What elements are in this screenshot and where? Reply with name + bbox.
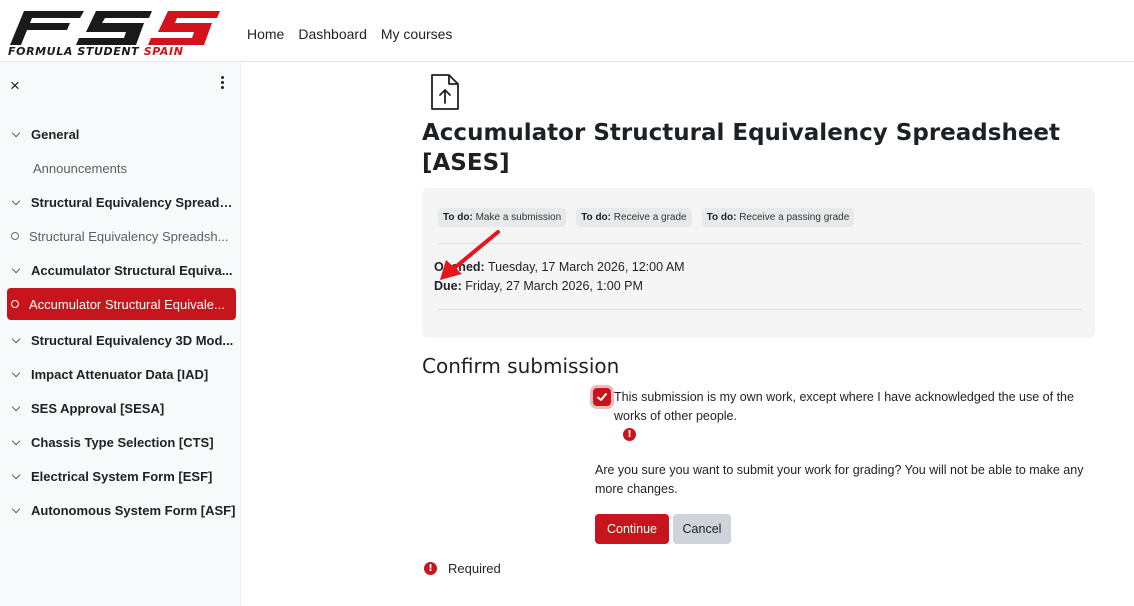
sidebar-item-label: Autonomous System Form [ASF] xyxy=(31,502,236,518)
sidebar-section[interactable]: ⌵ Electrical System Form [ESF] xyxy=(7,462,236,490)
sidebar-section[interactable]: ⌵ General xyxy=(7,120,236,148)
sidebar-item-label: Structural Equivalency Spreads... xyxy=(30,194,236,210)
chevron-down-icon[interactable]: ⌵ xyxy=(9,368,23,381)
sidebar-item[interactable]: Structural Equivalency Spreadsh... xyxy=(7,222,236,250)
logo-tagline: FORMULA STUDENT SPAIN xyxy=(8,45,184,58)
sidebar-section[interactable]: ⌵ Accumulator Structural Equiva... xyxy=(7,256,236,284)
chevron-down-icon[interactable]: ⌵ xyxy=(9,196,23,209)
completion-requirements: To do: Make a submission To do: Receive … xyxy=(438,208,855,227)
sidebar-item-label: SES Approval [SESA] xyxy=(31,400,165,416)
chevron-down-icon[interactable]: ⌵ xyxy=(9,402,23,415)
cancel-button[interactable]: Cancel xyxy=(673,514,731,544)
chevron-down-icon[interactable]: ⌵ xyxy=(9,264,23,277)
sidebar-item-label: General xyxy=(31,126,80,142)
required-icon: ! xyxy=(623,428,636,441)
sidebar-item-label: Accumulator Structural Equiva... xyxy=(31,262,233,278)
sidebar-item-label: Electrical System Form [ESF] xyxy=(31,468,213,484)
kebab-menu-icon[interactable] xyxy=(218,74,226,94)
primary-navigation: Home Dashboard My courses xyxy=(247,26,452,42)
completion-badge: To do: Make a submission xyxy=(438,208,567,227)
sidebar-item-active[interactable]: Accumulator Structural Equivale... xyxy=(7,288,236,320)
fss-logo-mark xyxy=(10,11,220,45)
activity-information: To do: Make a submission To do: Receive … xyxy=(422,188,1095,338)
checkmark-icon xyxy=(597,393,607,401)
completion-badge: To do: Receive a grade xyxy=(576,208,692,227)
sidebar-section[interactable]: ⌵ Structural Equivalency Spreads... xyxy=(7,188,236,216)
sidebar-item-label: Structural Equivalency 3D Mod... xyxy=(31,332,234,348)
sidebar-item-label: Announcements xyxy=(33,160,127,176)
assignment-upload-icon xyxy=(431,74,459,110)
confirm-submission-heading: Confirm submission xyxy=(422,354,620,378)
completion-badge: To do: Receive a passing grade xyxy=(701,208,855,227)
course-index-drawer: × ⌵ General Announcements ⌵ Structural Equiv… xyxy=(0,62,241,606)
chevron-down-icon[interactable]: ⌵ xyxy=(9,128,23,141)
sidebar-section[interactable]: ⌵ Impact Attenuator Data [IAD] xyxy=(7,360,236,388)
required-label: Required xyxy=(448,561,501,576)
chevron-down-icon[interactable]: ⌵ xyxy=(9,470,23,483)
sidebar-item-label: Impact Attenuator Data [IAD] xyxy=(31,366,209,382)
completion-circle-icon xyxy=(11,300,19,308)
divider xyxy=(438,309,1082,310)
submission-statement-label[interactable]: This submission is my own work, except w… xyxy=(614,388,1094,426)
fss-logo[interactable]: FORMULA STUDENT SPAIN xyxy=(6,8,220,60)
sidebar-section[interactable]: ⌵ SES Approval [SESA] xyxy=(7,394,236,422)
required-legend: ! Required xyxy=(424,561,501,576)
sidebar-item-label: Chassis Type Selection [CTS] xyxy=(31,434,214,450)
chevron-down-icon[interactable]: ⌵ xyxy=(9,504,23,517)
submission-statement-checkbox[interactable] xyxy=(593,388,611,406)
sidebar-section[interactable]: ⌵ Structural Equivalency 3D Mod... xyxy=(7,326,236,354)
chevron-down-icon[interactable]: ⌵ xyxy=(9,334,23,347)
confirm-question-text: Are you sure you want to submit your wor… xyxy=(595,463,1084,496)
page-title: Accumulator Structural Equivalency Sprea… xyxy=(422,120,1061,176)
divider xyxy=(438,243,1082,244)
sidebar-item[interactable]: Announcements xyxy=(7,154,236,182)
chevron-down-icon[interactable]: ⌵ xyxy=(9,436,23,449)
sidebar-section[interactable]: ⌵ Autonomous System Form [ASF] xyxy=(7,496,236,524)
sidebar-item-label: Accumulator Structural Equivale... xyxy=(29,296,225,312)
nav-dashboard-link[interactable]: Dashboard xyxy=(298,26,367,42)
nav-my-courses-link[interactable]: My courses xyxy=(381,26,453,42)
completion-circle-icon xyxy=(11,232,19,240)
continue-button[interactable]: Continue xyxy=(595,514,669,544)
nav-home-link[interactable]: Home xyxy=(247,26,284,42)
top-navbar: FORMULA STUDENT SPAIN Home Dashboard My … xyxy=(0,0,1134,62)
close-drawer-icon[interactable]: × xyxy=(10,76,20,96)
required-icon: ! xyxy=(424,562,437,575)
sidebar-item-label: Structural Equivalency Spreadsh... xyxy=(29,228,229,244)
sidebar-section[interactable]: ⌵ Chassis Type Selection [CTS] xyxy=(7,428,236,456)
annotation-arrow-icon xyxy=(440,230,500,280)
